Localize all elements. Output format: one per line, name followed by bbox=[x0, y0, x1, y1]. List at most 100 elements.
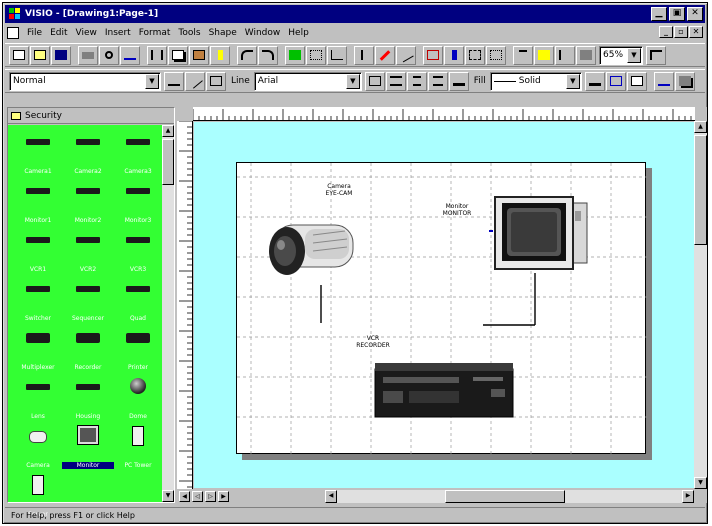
title-bar[interactable]: VISIO - [Drawing1:Page-1] ▁ ▣ ✕ bbox=[5, 5, 705, 23]
align-center-button[interactable] bbox=[406, 71, 427, 91]
vertical-scrollbar[interactable]: ▲ ▼ bbox=[694, 121, 707, 489]
ruler-corner[interactable] bbox=[177, 107, 193, 121]
stencil-shape-sequencer[interactable]: Sequencer bbox=[64, 276, 112, 322]
scroll-right-button[interactable]: ▶ bbox=[682, 490, 694, 503]
print-button[interactable] bbox=[78, 45, 98, 65]
print-preview-button[interactable] bbox=[99, 45, 119, 65]
stencil-shape-lens[interactable]: Lens bbox=[14, 374, 62, 420]
new-button[interactable] bbox=[9, 45, 29, 65]
stencil-shape-dome[interactable]: Dome bbox=[114, 374, 162, 420]
scroll-left-button[interactable]: ◀ bbox=[325, 490, 337, 503]
stencil-shape-quad[interactable]: Quad bbox=[114, 276, 162, 322]
zoom-select[interactable]: 65% ▼ bbox=[599, 45, 643, 65]
ungroup-button[interactable] bbox=[486, 45, 506, 65]
document-icon[interactable] bbox=[7, 26, 19, 39]
vertical-ruler[interactable] bbox=[177, 120, 193, 489]
vertical-scroll-thumb[interactable] bbox=[694, 135, 707, 245]
text-block-button[interactable] bbox=[364, 71, 385, 91]
arrange-button[interactable] bbox=[576, 45, 596, 65]
stencil-shape-camera[interactable]: Camera bbox=[14, 423, 62, 469]
pointer-tool-button[interactable] bbox=[354, 45, 374, 65]
font-select[interactable]: Arial ▼ bbox=[253, 71, 362, 91]
stencil-shape-camera3[interactable]: Camera3 bbox=[114, 129, 162, 175]
line-tool-button[interactable] bbox=[396, 45, 416, 65]
line-weight-button[interactable] bbox=[584, 71, 605, 91]
prev-page-button[interactable]: ◁ bbox=[192, 491, 203, 502]
stencil-shape-monitor[interactable]: Monitor bbox=[62, 423, 114, 469]
stencil-shape-pc-tower[interactable]: PC Tower bbox=[114, 423, 162, 469]
stencil-shape-camera2[interactable]: Camera2 bbox=[64, 129, 112, 175]
pencil-tool-button[interactable] bbox=[375, 45, 395, 65]
group-button[interactable] bbox=[465, 45, 485, 65]
stencil-shape-multiplexer[interactable]: Multiplexer bbox=[14, 325, 62, 371]
stencil-shape-vcr1[interactable]: VCR1 bbox=[14, 227, 62, 273]
line-color-button[interactable] bbox=[605, 71, 626, 91]
cut-button[interactable] bbox=[147, 45, 167, 65]
menu-shape[interactable]: Shape bbox=[205, 28, 241, 38]
scroll-up-button[interactable]: ▲ bbox=[694, 121, 707, 133]
maximize-button[interactable]: ▣ bbox=[669, 7, 685, 21]
horizontal-scrollbar[interactable]: ◀ ▶ bbox=[325, 490, 694, 503]
camera-shape[interactable] bbox=[265, 217, 357, 283]
menu-edit[interactable]: Edit bbox=[46, 28, 71, 38]
minimize-button[interactable]: ▁ bbox=[651, 7, 667, 21]
redo-button[interactable] bbox=[258, 45, 278, 65]
open-button[interactable] bbox=[30, 45, 50, 65]
stencil-shape-recorder[interactable]: Recorder bbox=[64, 325, 112, 371]
menu-view[interactable]: View bbox=[72, 28, 101, 38]
scroll-thumb[interactable] bbox=[162, 139, 174, 185]
stencil-title-bar[interactable]: Security bbox=[8, 108, 174, 124]
copy-button[interactable] bbox=[168, 45, 188, 65]
menu-tools[interactable]: Tools bbox=[174, 28, 204, 38]
chevron-down-icon[interactable]: ▼ bbox=[345, 73, 360, 89]
stencil-shape-switcher[interactable]: Switcher bbox=[14, 276, 62, 322]
stencil-shape-monitor3[interactable]: Monitor3 bbox=[114, 178, 162, 224]
chevron-down-icon[interactable]: ▼ bbox=[627, 47, 641, 63]
shadow-button[interactable] bbox=[674, 71, 695, 91]
format-painter-button[interactable] bbox=[210, 45, 230, 65]
spelling-button[interactable] bbox=[120, 45, 140, 65]
paste-button[interactable] bbox=[189, 45, 209, 65]
doc-minimize-button[interactable]: _ bbox=[659, 26, 673, 38]
chevron-down-icon[interactable]: ▼ bbox=[565, 73, 580, 89]
menu-help[interactable]: Help bbox=[284, 28, 313, 38]
menu-file[interactable]: File bbox=[23, 28, 46, 38]
fill-pattern-select[interactable]: Solid ▼ bbox=[489, 71, 582, 91]
stencil-shape-camera1[interactable]: Camera1 bbox=[14, 129, 62, 175]
text-style-button[interactable] bbox=[164, 71, 184, 91]
align-button[interactable] bbox=[555, 45, 575, 65]
stencil-shape-vcr2[interactable]: VCR2 bbox=[64, 227, 112, 273]
font-color-button[interactable] bbox=[448, 71, 469, 91]
style-select[interactable]: Normal ▼ bbox=[9, 71, 161, 91]
scroll-up-button[interactable]: ▲ bbox=[162, 125, 174, 137]
stencil-button[interactable] bbox=[285, 45, 305, 65]
app-icon[interactable] bbox=[9, 8, 21, 20]
stencil-shape-monitor1[interactable]: Monitor1 bbox=[14, 178, 62, 224]
menu-window[interactable]: Window bbox=[241, 28, 285, 38]
help-button[interactable] bbox=[646, 45, 666, 65]
fill-color-button[interactable] bbox=[626, 71, 647, 91]
stencil-shape-vcr3[interactable]: VCR3 bbox=[114, 227, 162, 273]
menu-insert[interactable]: Insert bbox=[101, 28, 135, 38]
stencil-shape-printer[interactable]: Printer bbox=[114, 325, 162, 371]
vcr-shape[interactable] bbox=[373, 361, 515, 419]
scroll-down-button[interactable]: ▼ bbox=[162, 490, 174, 502]
layout-button[interactable] bbox=[306, 45, 326, 65]
line-style-button[interactable] bbox=[185, 71, 205, 91]
line-ends-button[interactable] bbox=[653, 71, 674, 91]
doc-close-button[interactable]: ✕ bbox=[689, 26, 703, 38]
horizontal-scroll-thumb[interactable] bbox=[445, 490, 565, 503]
align-left-button[interactable] bbox=[385, 71, 406, 91]
scroll-down-button[interactable]: ▼ bbox=[694, 477, 707, 489]
align-right-button[interactable] bbox=[427, 71, 448, 91]
stencil-shape-housing[interactable]: Housing bbox=[64, 374, 112, 420]
fill-style-button[interactable] bbox=[206, 71, 226, 91]
menu-format[interactable]: Format bbox=[135, 28, 175, 38]
chevron-down-icon[interactable]: ▼ bbox=[145, 73, 159, 89]
doc-restore-button[interactable]: ▫ bbox=[674, 26, 688, 38]
next-page-button[interactable]: ▷ bbox=[205, 491, 216, 502]
flip-button[interactable] bbox=[444, 45, 464, 65]
monitor-shape[interactable] bbox=[493, 195, 589, 271]
last-page-button[interactable]: ▶ bbox=[218, 491, 229, 502]
drawing-page[interactable]: Camera EYE-CAM Monitor MONITOR VCR RECOR… bbox=[236, 162, 647, 455]
